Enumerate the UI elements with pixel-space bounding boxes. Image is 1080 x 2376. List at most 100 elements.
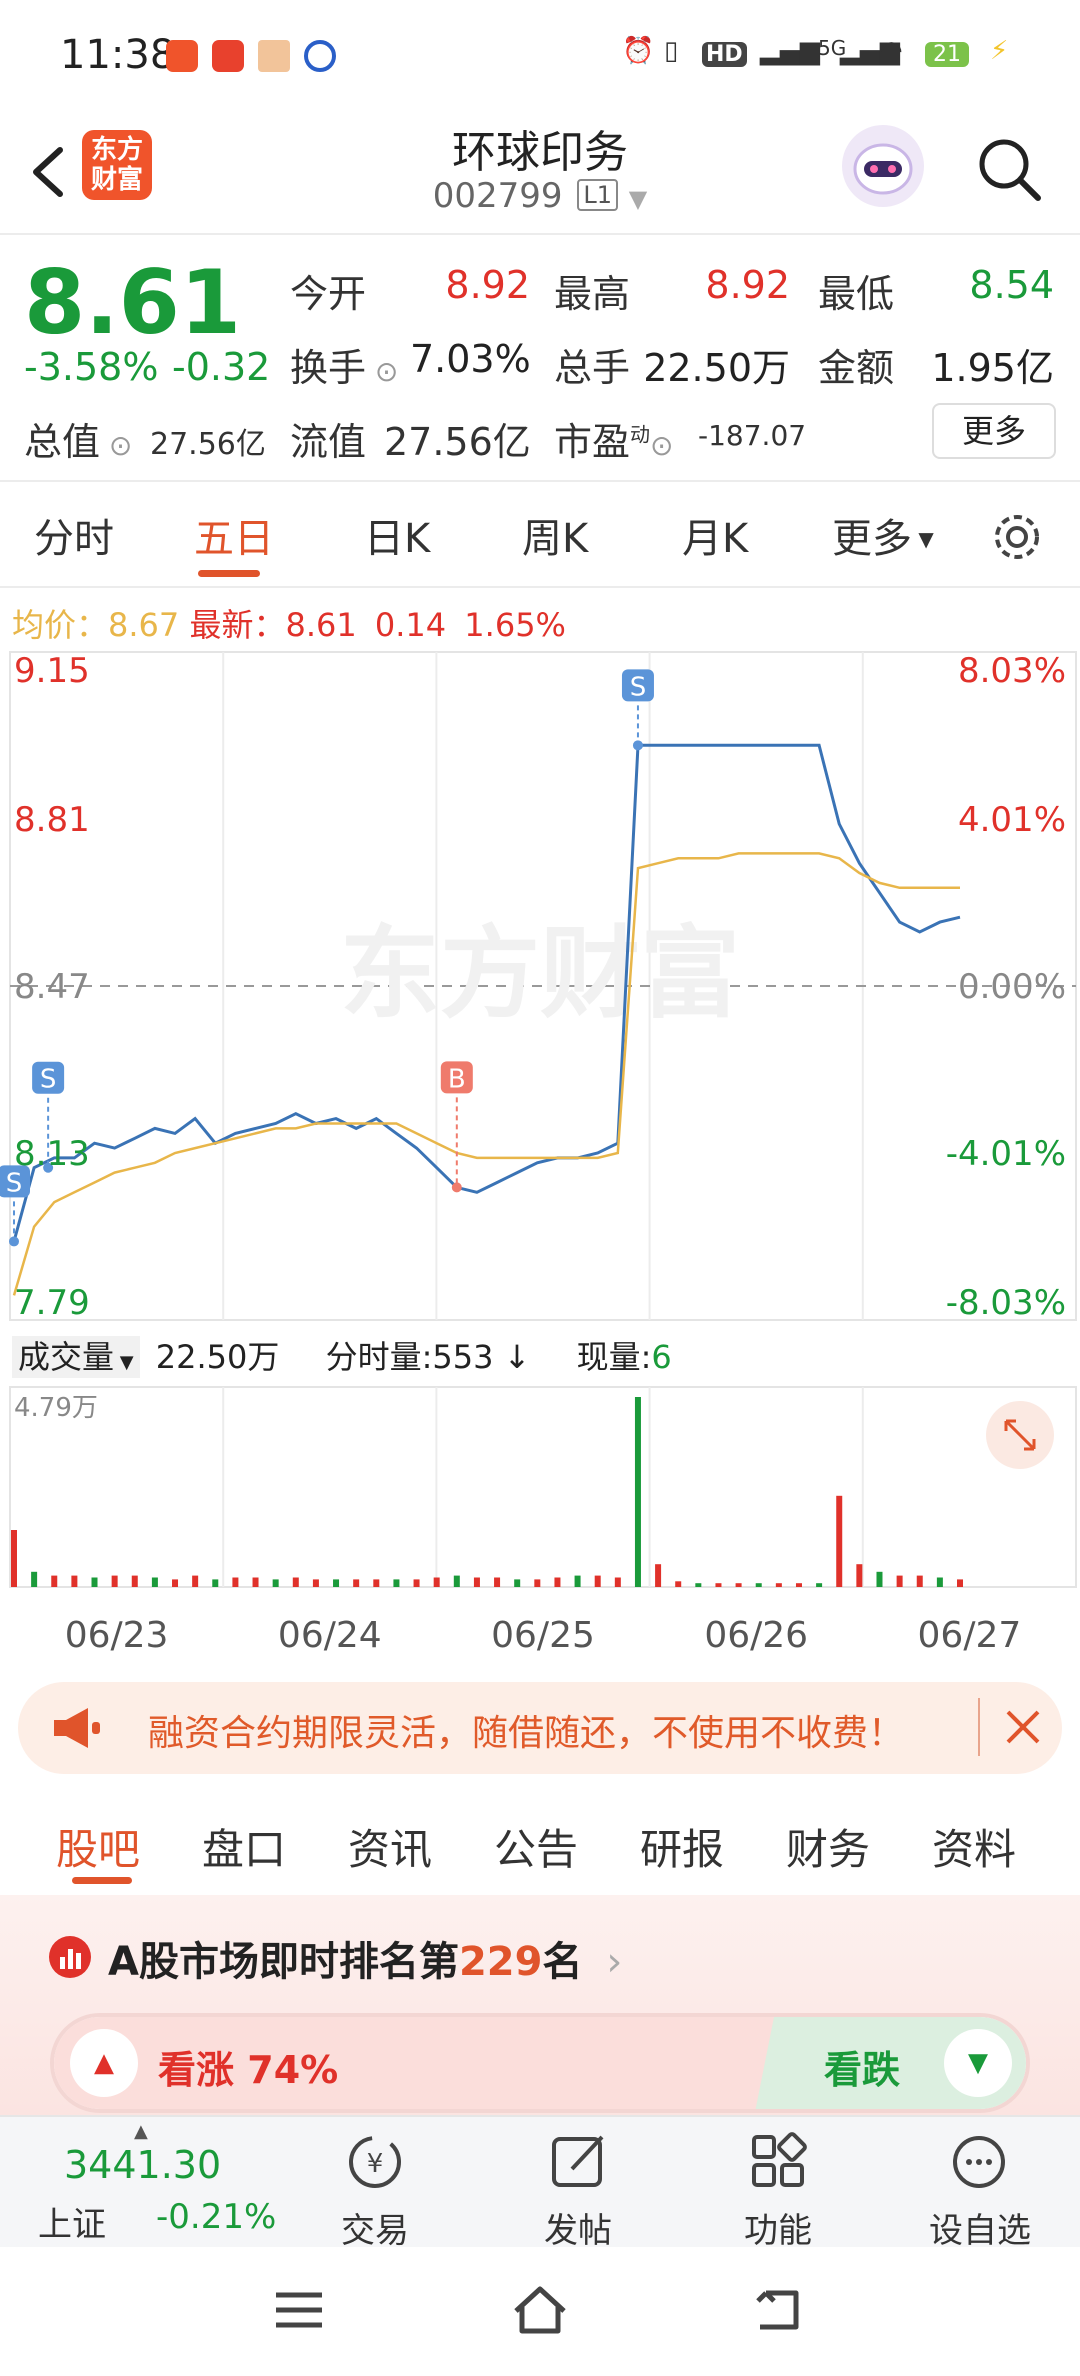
caret-down-icon: ▼ [912,527,934,551]
float-value: 27.56亿 [384,420,531,464]
sentiment-bar: ▲ 看涨 74% 看跌 ▼ [50,2013,1030,2113]
functions-grid-icon[interactable] [744,2127,814,2197]
pct-tick: 8.03% [958,651,1066,691]
watchlist-label[interactable]: 设自选 [920,2203,1040,2252]
expand-icon[interactable] [986,1401,1054,1469]
functions-label[interactable]: 功能 [718,2203,838,2252]
home-notification-icon [258,40,290,72]
volume-bar [232,1577,239,1587]
signal-icon: ▂▄▆ [760,36,820,66]
tab-announcements[interactable]: 公告 [494,1816,578,1877]
volume-bar [614,1577,621,1587]
active-tab-indicator [198,570,260,577]
volume-bar [634,1397,641,1587]
post-label[interactable]: 发帖 [518,2203,638,2252]
tab-more[interactable]: 更多 ▼ [832,506,934,564]
period-tabs: 分时 五日 日K 周K 月K 更多 ▼ [0,482,1080,587]
tab-monthly-k[interactable]: 月K [682,506,748,564]
bear-label: 看跌 [824,2048,901,2092]
pe-label[interactable]: 市盈动⊙ [554,411,673,466]
amount-label: 金额 [818,346,895,390]
index-value[interactable]: 3441.30 [64,2143,221,2187]
volume-bar [272,1579,279,1587]
volume-bar [353,1579,360,1587]
latest-label: 最新： [189,606,286,644]
tab-daily-k[interactable]: 日K [364,506,430,564]
five-day-price-chart[interactable]: 东方财富 SS BS 9.158.818.478.137.798.03%4.01%… [0,648,1080,1328]
marker-label: B [448,1064,466,1094]
settings-gear-icon[interactable] [990,510,1044,564]
pct-tick: 0.00% [958,967,1066,1007]
volume-bar [151,1577,158,1587]
volume-dropdown[interactable]: 成交量 ▼ [12,1336,140,1378]
assistant-robot-icon[interactable] [842,125,924,207]
market-rank-link[interactable]: A股市场即时排名第229名 › [108,1929,622,1987]
add-watchlist-icon[interactable] [944,2127,1014,2197]
tab-guba[interactable]: 股吧 [56,1816,140,1877]
volume-bar [574,1575,581,1587]
bull-vote-button[interactable]: ▲ [70,2029,138,2097]
volume-frame [9,1386,1077,1588]
turnover-label[interactable]: 换手 ⊙ [290,337,398,392]
volume-bar [453,1575,460,1587]
arrow-down-icon: ↓ [493,1338,531,1376]
volume-bar [252,1577,259,1587]
low-value: 8.54 [969,263,1054,307]
tab-news[interactable]: 资讯 [348,1816,432,1877]
volume-bar [816,1583,823,1587]
tab-profile[interactable]: 资料 [932,1816,1016,1877]
volume-chart[interactable]: 4.79万 06/23 06/24 06/25 06/26 06/27 [0,1385,1080,1675]
volume-bar [473,1577,480,1587]
back-nav-icon[interactable] [750,2285,806,2335]
latest-change: 0.14 [374,606,447,644]
pe-label-text: 市盈 [554,420,631,464]
price-tick: 8.13 [14,1134,90,1174]
financing-ad-banner[interactable]: 融资合约期限灵活，随借随还，不使用不收费！ [18,1682,1062,1774]
price-tick: 8.81 [14,800,90,840]
alarm-icon: ⏰ [622,36,655,66]
volume-bar [856,1564,863,1587]
megaphone-icon [54,1708,100,1748]
volume-bar [51,1575,58,1587]
vibrate-icon: ▯ [664,36,679,66]
marker-dot [9,1236,19,1247]
tab-five-day[interactable]: 五日 [194,506,274,564]
bear-vote-button[interactable]: ▼ [944,2029,1012,2097]
bull-pct: 74% [247,2048,339,2092]
caret-down-icon: ▼ [628,185,648,213]
search-icon[interactable] [970,130,1050,210]
volume-bar [675,1581,682,1587]
more-button[interactable]: 更多 [932,403,1056,459]
volume-bar [755,1583,762,1587]
tab-finance[interactable]: 财务 [786,1816,870,1877]
rank-prefix: A股市场即时排名第 [108,1939,459,1985]
stock-header: 东方 财富 环球印务 002799 L1 ▼ [0,110,1080,235]
home-icon[interactable] [510,2283,570,2337]
volume-bar [594,1575,601,1587]
volume-bar [212,1579,219,1587]
volume-bar [876,1571,883,1587]
marker-dot [632,740,643,751]
chart-info-line: 均价：8.67 最新：8.61 0.14 1.65% [12,600,566,646]
volume-bar [373,1579,380,1587]
last-price: 8.61 [24,251,242,354]
info-icon: ⊙ [366,355,399,388]
menu-icon[interactable] [272,2287,326,2333]
volume-bar [91,1577,98,1587]
close-icon[interactable] [1000,1704,1046,1750]
tab-intraday[interactable]: 分时 [34,506,114,564]
mktcap-label-text: 总值 [24,420,101,464]
tab-research[interactable]: 研报 [640,1816,724,1877]
trade-yen-icon[interactable]: ¥ [340,2127,410,2197]
trade-label[interactable]: 交易 [315,2203,435,2252]
compose-post-icon[interactable] [544,2127,614,2197]
volume-bar [514,1579,521,1587]
date-tick: 06/27 [918,1615,1022,1656]
volume-bar [192,1575,199,1587]
tab-weekly-k[interactable]: 周K [522,506,588,564]
volume-header: 成交量 ▼ 22.50万 分时量:553 ↓ 现量:6 [12,1332,1072,1382]
volume-bar [957,1579,963,1587]
current-volume-value: 6 [651,1338,672,1376]
tab-order-book[interactable]: 盘口 [202,1816,286,1877]
mktcap-label[interactable]: 总值 ⊙ [24,411,132,466]
